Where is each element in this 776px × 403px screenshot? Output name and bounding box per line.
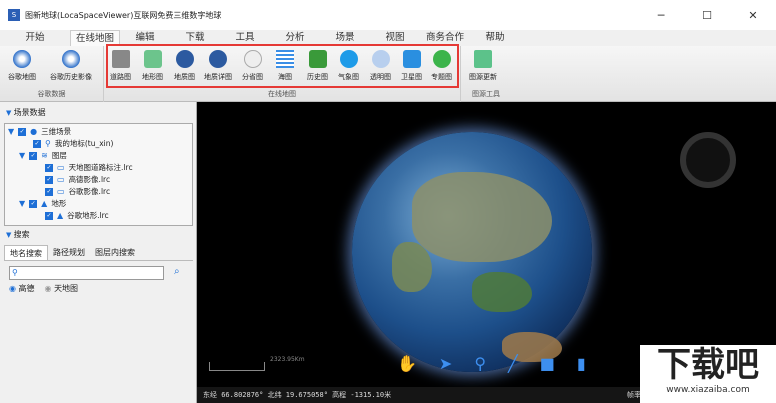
pan-hand-icon[interactable]: ✋ (397, 354, 417, 373)
google-history-button[interactable]: 谷歌历史影像 (50, 50, 92, 82)
tab-start[interactable]: 开始 (0, 30, 70, 46)
radio-gaode[interactable]: ◉ 高德 (9, 283, 35, 294)
source-update-button[interactable]: 图源更新 (469, 50, 497, 82)
globe-clock-icon (62, 50, 80, 68)
maximize-button[interactable]: ☐ (684, 0, 730, 30)
monitor-icon: ▭ (57, 175, 65, 184)
search-input[interactable]: ⚲ (9, 266, 164, 280)
window-title: 图新地球(LocaSpaceViewer)互联网免费三维数字地球 (25, 10, 222, 20)
tree-node[interactable]: ✓ ▲ 谷歌地形.lrc (45, 210, 109, 221)
line-icon[interactable]: ╱ (508, 354, 518, 373)
close-button[interactable]: ✕ (730, 0, 776, 30)
add-model-icon[interactable]: ▮ (577, 354, 586, 373)
tree-node[interactable]: ▼ ✓ ● 三维场景 (8, 126, 71, 137)
tree-node[interactable]: ▼ ✓ ≋ 图层 (19, 150, 67, 161)
map-refresh-icon (474, 50, 492, 68)
scene-tree: ▼ ✓ ● 三维场景 ✓ ⚲ 我的地标(tu_xin) ▼ ✓ ≋ 图层 ✓ ▭ 天地图道路标注.l… (4, 123, 193, 226)
group-source-tools: 图源更新 图源工具 (461, 46, 511, 102)
scene-data-header[interactable]: 场景数据 (6, 107, 46, 118)
navigation-compass[interactable] (680, 132, 736, 188)
terrain-icon: ▲ (57, 211, 64, 220)
pin-icon: ⚲ (45, 139, 51, 148)
group-label: 谷歌数据 (37, 90, 66, 98)
minimize-button[interactable]: ─ (638, 0, 684, 30)
app-icon: S (8, 9, 20, 21)
radio-tianditu[interactable]: ◉ 天地图 (45, 283, 79, 294)
tree-node[interactable]: ▼ ✓ ▲ 地形 (19, 198, 66, 209)
group-label: 在线地图 (268, 90, 296, 98)
tree-node[interactable]: ✓ ⚲ 我的地标(tu_xin) (33, 138, 113, 149)
left-panel: 场景数据 ▼✓●三维场景 ✓⚲我的地标(tu_xin) ▼✓≋图层 ✓▭天地图道… (0, 102, 197, 403)
search-header[interactable]: 搜索 (6, 229, 30, 240)
map-toolbar: ✋ ➤ ⚲ ╱ ■ ▮ (397, 354, 586, 373)
layers-icon: ≋ (41, 151, 48, 160)
earth-globe[interactable] (352, 132, 592, 372)
tab-route-planning[interactable]: 路径规划 (48, 245, 90, 261)
group-label: 图源工具 (472, 90, 500, 98)
title-bar: S 图新地球(LocaSpaceViewer)互联网免费三维数字地球 ─ ☐ ✕ (0, 0, 776, 30)
monitor-icon: ▭ (57, 187, 65, 196)
globe-icon: ● (30, 127, 38, 136)
search-icon[interactable]: ⌕ (174, 266, 180, 277)
tree-node[interactable]: ✓ ▭ 天地图道路标注.lrc (45, 162, 133, 173)
google-map-button[interactable]: 谷歌地图 (8, 50, 36, 82)
pin-icon: ⚲ (12, 268, 18, 277)
monitor-icon: ▭ (57, 163, 65, 172)
terrain-icon: ▲ (41, 199, 48, 208)
tree-node[interactable]: ✓ ▭ 谷歌影像.lrc (45, 186, 110, 197)
watermark: 下载吧 www.xiazaiba.com (640, 345, 776, 403)
search-tabs: 地名搜索 路径规划 图层内搜索 (4, 245, 140, 261)
tab-layer-search[interactable]: 图层内搜索 (90, 245, 140, 261)
group-google: 谷歌地图 谷歌历史影像 谷歌数据 (0, 46, 104, 102)
highlight-box (106, 44, 459, 88)
placemark-icon[interactable]: ⚲ (474, 354, 486, 373)
select-arrow-icon[interactable]: ➤ (439, 354, 452, 373)
tree-node[interactable]: ✓ ▭ 高德影像.lrc (45, 174, 110, 185)
tab-place-search[interactable]: 地名搜索 (4, 245, 48, 261)
tab-help[interactable]: 帮助 (470, 30, 520, 46)
scale-bar: 2323.95Km (209, 356, 305, 371)
polygon-icon[interactable]: ■ (540, 354, 555, 373)
globe-icon (13, 50, 31, 68)
